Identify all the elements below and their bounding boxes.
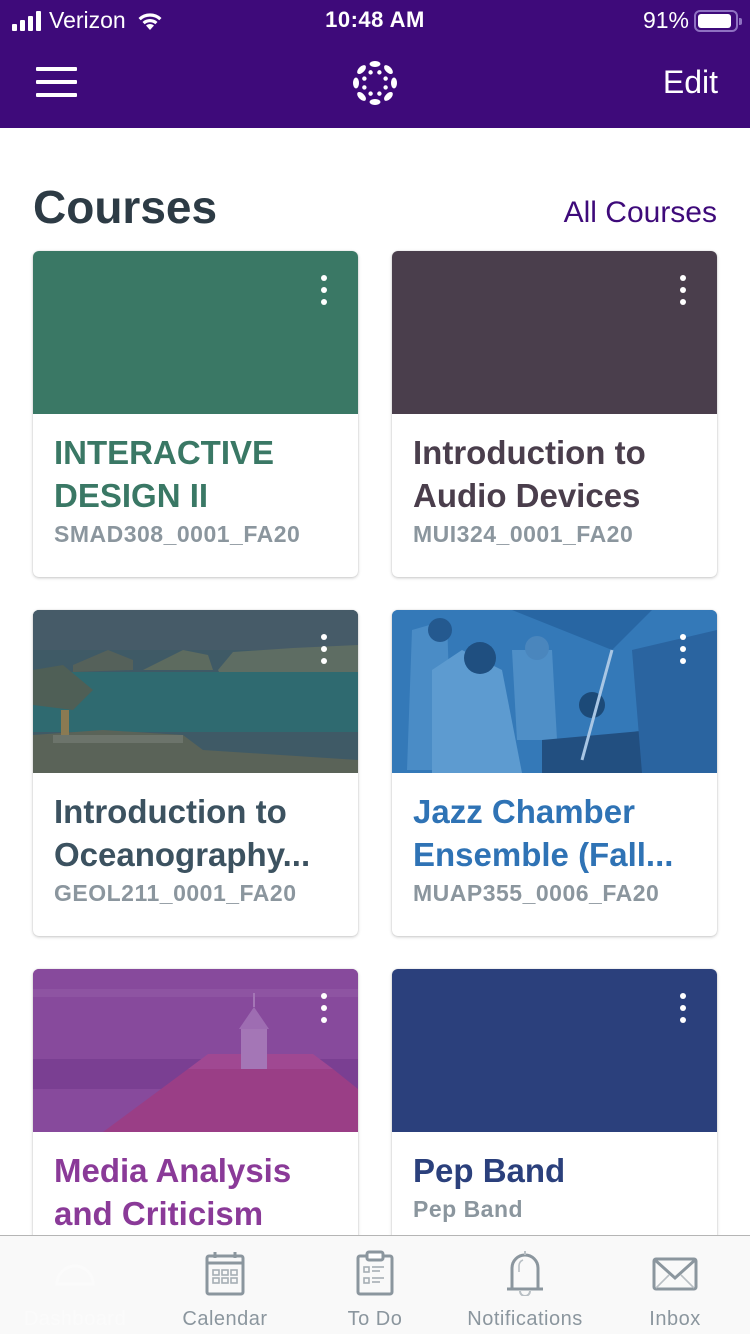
more-options-icon[interactable] (314, 993, 334, 1023)
course-code: MUI324_0001_FA20 (413, 521, 634, 547)
course-banner (392, 251, 717, 414)
hamburger-icon[interactable] (36, 67, 77, 97)
tab-calendar[interactable]: Calendar (150, 1236, 300, 1334)
bell-icon (507, 1251, 543, 1296)
course-title: Introduction to Audio Devices (413, 434, 646, 514)
coastal-bay-photo (33, 610, 358, 773)
battery-percent: 91% (642, 7, 689, 33)
status-time: 10:48 AM (325, 7, 425, 32)
nav-bar: Edit (0, 40, 750, 128)
page-title: Courses (33, 181, 218, 233)
dashboard-icon (55, 1264, 95, 1286)
tab-bar: Dashboard Calendar To Do Notifications I… (0, 1235, 750, 1334)
more-options-icon[interactable] (673, 275, 693, 305)
calendar-icon (205, 1252, 245, 1296)
envelope-icon (652, 1257, 698, 1291)
course-code: Pep Band (413, 1196, 524, 1222)
status-right: 91% (642, 7, 742, 34)
course-code: GEOL211_0001_FA20 (54, 880, 297, 906)
more-options-icon[interactable] (673, 993, 693, 1023)
canvas-logo-icon (353, 61, 397, 105)
tab-notifications[interactable]: Notifications (450, 1236, 600, 1334)
jazz-musicians-photo (392, 610, 717, 773)
clipboard-icon (356, 1250, 394, 1296)
tab-label: To Do (347, 1308, 403, 1330)
course-title: Introduction to Oceanography... (54, 793, 311, 873)
more-options-icon[interactable] (314, 275, 334, 305)
course-banner (33, 969, 358, 1132)
battery-icon (694, 9, 742, 32)
tab-label: Inbox (649, 1308, 701, 1330)
top-bar: Verizon 10:48 AM 91% Edit (0, 0, 750, 128)
tab-label: Notifications (467, 1308, 583, 1330)
course-card[interactable]: Jazz Chamber Ensemble (Fall... MUAP355_0… (392, 610, 717, 936)
course-title: INTERACTIVE DESIGN II (54, 434, 275, 514)
status-bar: Verizon 10:48 AM 91% (0, 0, 750, 40)
more-options-icon[interactable] (314, 634, 334, 664)
all-courses-link[interactable]: All Courses (564, 196, 717, 230)
course-banner (33, 610, 358, 773)
course-code: MUAP355_0006_FA20 (413, 880, 660, 906)
course-banner (392, 610, 717, 773)
course-title: Jazz Chamber Ensemble (Fall... (413, 793, 674, 873)
course-card[interactable]: INTERACTIVE DESIGN II SMAD308_0001_FA20 (33, 251, 358, 577)
building-cupola-photo (33, 969, 358, 1132)
tab-label: Calendar (182, 1308, 268, 1330)
tab-inbox[interactable]: Inbox (600, 1236, 750, 1334)
course-title: Media Analysis and Criticism (54, 1152, 292, 1232)
course-title: Pep Band (413, 1152, 566, 1189)
edit-button[interactable]: Edit (663, 64, 718, 101)
course-card[interactable]: Introduction to Oceanography... GEOL211_… (33, 610, 358, 936)
course-card[interactable]: Introduction to Audio Devices MUI324_000… (392, 251, 717, 577)
tab-todo[interactable]: To Do (300, 1236, 450, 1334)
course-banner (392, 969, 717, 1132)
course-code: SMAD308_0001_FA20 (54, 521, 301, 547)
tab-dashboard[interactable]: Dashboard (0, 1236, 150, 1334)
more-options-icon[interactable] (673, 634, 693, 664)
course-banner (33, 251, 358, 414)
tab-label: Dashboard (23, 1308, 127, 1330)
